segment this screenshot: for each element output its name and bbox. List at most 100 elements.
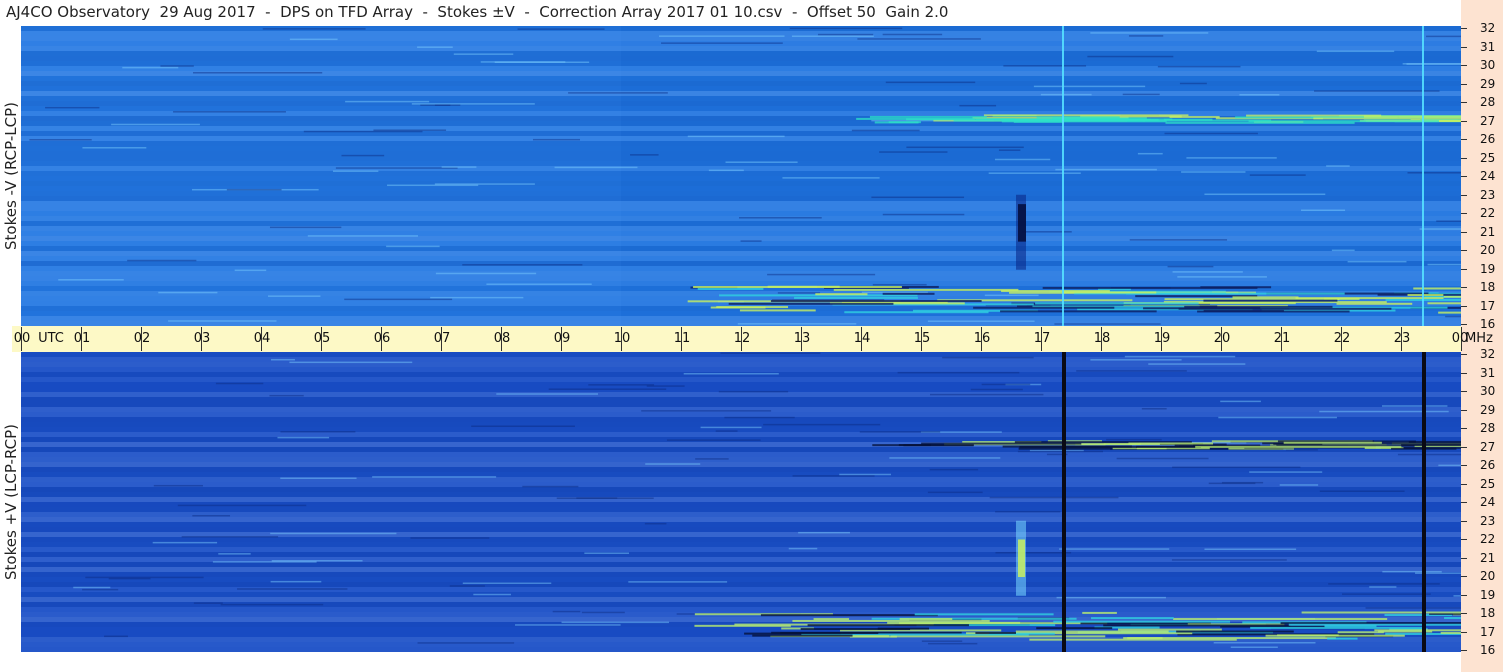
activity-band-17mhz — [1336, 302, 1413, 305]
interference-streak — [1382, 405, 1448, 407]
frequency-tick — [1461, 65, 1467, 66]
band-shade — [21, 542, 1461, 547]
frequency-tick-label: 31 — [1480, 365, 1496, 380]
activity-band-17mhz — [1427, 302, 1461, 305]
interference-streak — [921, 640, 963, 642]
interference-streak — [1316, 50, 1395, 53]
interference-streak — [646, 385, 685, 387]
time-tick-label: 05 — [313, 331, 331, 346]
interference-streak — [767, 273, 876, 276]
interference-streak — [725, 161, 798, 163]
frequency-tick-label: 16 — [1480, 317, 1496, 331]
interference-streak — [1419, 228, 1461, 230]
activity-band-17mhz — [767, 285, 840, 288]
band-shade — [21, 497, 1461, 502]
interference-streak — [181, 536, 279, 538]
interference-streak — [928, 642, 978, 645]
activity-band-17mhz — [1250, 626, 1423, 629]
activity-band-17mhz — [1000, 310, 1157, 313]
frequency-tick-label: 28 — [1480, 421, 1496, 435]
frequency-tick-label: 21 — [1480, 224, 1496, 239]
utc-label: UTC — [38, 331, 64, 346]
time-tick-label: 18 — [1093, 331, 1111, 346]
band-shade — [21, 592, 1461, 597]
interference-streak — [981, 383, 1031, 386]
activity-band-27mhz — [1313, 117, 1461, 120]
interference-streak — [271, 358, 295, 361]
interference-streak — [641, 410, 772, 412]
frequency-tick — [1461, 483, 1467, 485]
interference-streak — [1279, 484, 1319, 486]
band-shade — [21, 392, 1461, 397]
interference-streak — [882, 33, 943, 36]
activity-band-17mhz — [1197, 310, 1350, 313]
band-shade — [21, 422, 1461, 427]
time-tick-label: 07 — [433, 331, 451, 346]
activity-band-27mhz — [1036, 116, 1120, 119]
interference-streak — [568, 92, 668, 94]
interference-streak — [817, 33, 874, 36]
interference-streak — [644, 522, 667, 525]
activity-band-27mhz — [1124, 118, 1159, 121]
interference-streak — [1157, 65, 1241, 68]
frequency-tick — [1461, 446, 1467, 448]
interference-streak — [234, 269, 267, 272]
interference-streak — [386, 245, 440, 248]
frequency-tick — [1461, 213, 1467, 214]
band-shade — [21, 412, 1461, 417]
interference-streak — [763, 423, 881, 426]
vertical-marker — [1422, 26, 1424, 326]
activity-band-17mhz — [1178, 307, 1392, 310]
interference-streak — [792, 475, 875, 477]
interference-streak — [700, 426, 762, 429]
interference-streak — [1059, 548, 1170, 550]
time-tick-label: 11 — [673, 331, 691, 346]
activity-band-17mhz — [1053, 620, 1231, 623]
interference-streak — [1382, 570, 1442, 573]
interference-streak — [111, 123, 200, 126]
band-shade — [21, 477, 1461, 482]
interference-streak — [683, 373, 779, 375]
interference-streak — [1220, 400, 1261, 403]
frequency-tick — [1461, 231, 1467, 233]
interference-streak — [789, 27, 903, 30]
interference-streak — [666, 439, 761, 441]
activity-band-27mhz — [856, 117, 975, 120]
interference-streak — [411, 103, 535, 105]
time-tick-label: 01 — [73, 331, 91, 346]
frequency-tick — [1461, 650, 1467, 651]
interference-streak — [462, 264, 583, 266]
interference-streak — [1171, 559, 1287, 561]
activity-band-17mhz — [914, 613, 1054, 616]
interference-streak — [1090, 32, 1209, 34]
activity-band-17mhz — [807, 624, 969, 627]
activity-band-17mhz — [716, 306, 789, 309]
interference-streak — [740, 240, 762, 242]
activity-band-17mhz — [792, 619, 990, 622]
interference-streak — [1141, 408, 1167, 410]
interference-streak — [1172, 271, 1243, 273]
interference-streak — [532, 138, 581, 141]
frequency-tick-label: 27 — [1480, 439, 1496, 454]
frequency-tick — [1461, 102, 1467, 103]
interference-streak — [344, 298, 453, 301]
activity-band-17mhz — [1127, 637, 1163, 640]
interference-streak — [1453, 595, 1461, 597]
frequency-tick-label: 30 — [1480, 384, 1496, 398]
interference-streak — [1055, 168, 1157, 171]
frequency-tick — [1461, 557, 1467, 559]
interference-streak — [959, 104, 997, 107]
interference-streak — [788, 547, 818, 550]
time-tick-label: 15 — [913, 331, 931, 346]
time-tick-label: 17 — [1033, 331, 1051, 346]
interference-streak — [1331, 249, 1355, 252]
interference-streak — [556, 497, 654, 499]
activity-band-17mhz — [1265, 634, 1405, 637]
interference-streak — [158, 291, 218, 294]
frequency-tick-label: 27 — [1480, 113, 1496, 128]
band-shade — [21, 587, 1461, 592]
interference-streak — [29, 139, 92, 141]
frequency-tick — [1461, 409, 1467, 411]
interference-streak — [1087, 55, 1174, 58]
interference-streak — [193, 602, 223, 604]
